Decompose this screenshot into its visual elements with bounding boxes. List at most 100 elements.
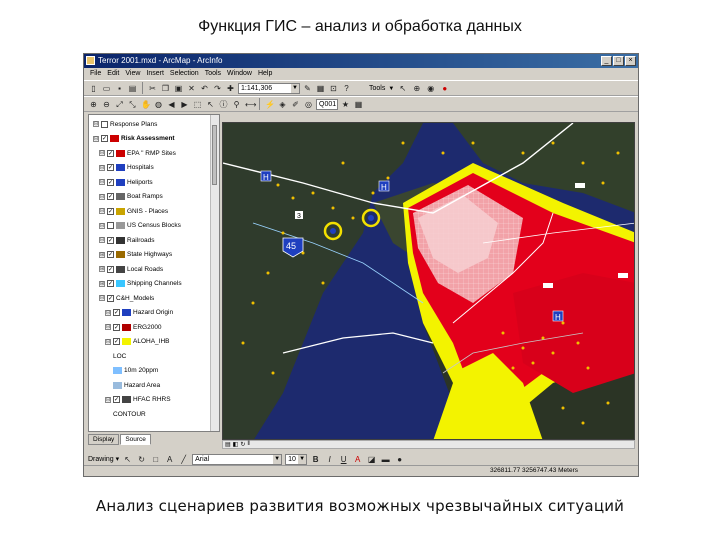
target-icon[interactable]: ◎ [303, 99, 314, 110]
toc-scrollbar-thumb[interactable] [212, 125, 217, 185]
layer-icon[interactable]: ◈ [277, 99, 288, 110]
rotate-icon[interactable]: ↻ [136, 454, 147, 465]
select-features-icon[interactable]: ⬚ [192, 99, 203, 110]
add-data-icon[interactable]: ✚ [225, 83, 236, 94]
pan-icon[interactable]: ✋ [140, 99, 151, 110]
forward-icon[interactable]: ▶ [179, 99, 190, 110]
layer-visibility-checkbox[interactable]: ✓ [107, 207, 114, 215]
line-color-icon[interactable]: ▬ [380, 454, 391, 465]
expand-toggle-icon[interactable]: ⊟ [105, 309, 111, 316]
print-icon[interactable]: ▤ [127, 83, 138, 94]
expand-toggle-icon[interactable]: ⊟ [99, 150, 105, 156]
expand-toggle-icon[interactable]: ⊟ [105, 338, 111, 345]
fixed-zoom-in-icon[interactable]: ⤢ [114, 99, 125, 110]
identify-icon[interactable]: ⓘ [218, 99, 229, 110]
expand-toggle-icon[interactable]: ⊟ [105, 396, 111, 403]
expand-toggle-icon[interactable]: ⊟ [93, 121, 99, 127]
expand-toggle-icon[interactable]: ⊟ [99, 295, 105, 301]
menu-file[interactable]: File [90, 68, 101, 80]
data-view-icon[interactable]: ◧ [233, 441, 239, 448]
catalog-icon[interactable]: ▦ [315, 83, 326, 94]
menu-tools[interactable]: Tools [205, 68, 221, 80]
layer-visibility-checkbox[interactable]: ✓ [107, 193, 114, 200]
attributes-icon[interactable]: ▦ [353, 99, 364, 110]
new-document-icon[interactable]: ▯ [88, 83, 99, 94]
toc-layer-item[interactable]: ⊟ ✓ C&H_Models [99, 293, 154, 303]
expand-toggle-icon[interactable]: ⊟ [99, 208, 105, 214]
undo-icon[interactable]: ↶ [199, 83, 210, 94]
font-size-combo[interactable]: 10 ▼ [285, 453, 308, 465]
marker-color-icon[interactable]: ● [394, 454, 405, 465]
save-icon[interactable]: ▪ [114, 83, 125, 94]
layer-visibility-checkbox[interactable]: ✓ [113, 309, 120, 316]
layer-visibility-checkbox[interactable]: ✓ [107, 280, 114, 287]
menu-edit[interactable]: Edit [107, 68, 119, 80]
expand-toggle-icon[interactable]: ⊟ [99, 193, 105, 200]
toc-layer-item[interactable]: ⊟ ✓ Hospitals [99, 163, 154, 173]
maximize-button[interactable]: □ [613, 56, 624, 66]
layer-visibility-checkbox[interactable] [107, 222, 114, 229]
arrow-tool-icon[interactable]: ↖ [397, 83, 408, 94]
find-icon[interactable]: ⚲ [231, 99, 242, 110]
close-button[interactable]: × [625, 56, 636, 66]
layer-visibility-checkbox[interactable]: ✓ [113, 396, 120, 403]
tab-source[interactable]: Source [120, 434, 151, 445]
paste-icon[interactable]: ▣ [173, 83, 184, 94]
help-icon[interactable]: ? [341, 83, 352, 94]
underline-button[interactable]: U [338, 454, 349, 465]
layer-visibility-checkbox[interactable]: ✓ [107, 149, 114, 157]
tab-display[interactable]: Display [88, 434, 120, 445]
expand-toggle-icon[interactable]: ⊞ [99, 251, 105, 258]
toc-layer-item[interactable]: CONTOUR [113, 409, 146, 419]
toc-layer-item[interactable]: ⊟ ✓ Risk Assessment [93, 134, 175, 144]
toc-layer-item[interactable]: ⊟ Response Plans [93, 119, 157, 129]
measure-icon[interactable]: ⟷ [244, 99, 256, 110]
expand-toggle-icon[interactable]: ⊟ [105, 324, 111, 330]
toc-layer-item[interactable]: ⊟ US Census Blocks [99, 221, 181, 231]
toc-layer-item[interactable]: 10m 20ppm [113, 366, 158, 376]
select-elements-icon[interactable]: ↖ [205, 99, 216, 110]
layer-visibility-checkbox[interactable]: ✓ [113, 323, 120, 331]
layout-view-icon[interactable]: ▤ [225, 441, 231, 448]
new-text-icon[interactable]: A [164, 454, 175, 465]
open-icon[interactable]: ▭ [101, 83, 112, 94]
toc-layer-item[interactable]: ⊟ ✓ Hazard Origin [105, 308, 173, 318]
red-marker-icon[interactable]: ● [439, 83, 450, 94]
toolbox-icon[interactable]: ⊡ [328, 83, 339, 94]
toc-layer-item[interactable]: ⊞ ✓ State Highways [99, 250, 172, 260]
layer-visibility-checkbox[interactable]: ✓ [113, 338, 120, 345]
menu-selection[interactable]: Selection [170, 68, 199, 80]
tools-dropdown[interactable]: Tools [369, 85, 385, 92]
expand-toggle-icon[interactable]: ⊞ [99, 266, 105, 272]
expand-toggle-icon[interactable]: ⊞ [99, 280, 105, 287]
toc-layer-item[interactable]: ⊟ ✓ ERG2000 [105, 322, 162, 332]
layer-visibility-checkbox[interactable]: ✓ [107, 265, 114, 273]
italic-button[interactable]: I [324, 454, 335, 465]
toc-layer-item[interactable]: ⊞ ✓ Local Roads [99, 264, 163, 274]
toc-layer-item[interactable]: ⊟ ✓ HFAC RHRS [105, 395, 171, 405]
delete-icon[interactable]: ✕ [186, 83, 197, 94]
menu-view[interactable]: View [125, 68, 140, 80]
toc-layer-item[interactable]: ⊟ ✓ ALOHA_IHB [105, 337, 170, 347]
layer-visibility-checkbox[interactable]: ✓ [107, 251, 114, 258]
map-canvas[interactable]: H H H 45 3 [223, 123, 635, 440]
font-color-icon[interactable]: A [352, 454, 363, 465]
map-horizontal-scrollbar[interactable]: ▤ ◧ ↻ ‖ [222, 440, 635, 449]
cut-icon[interactable]: ✂ [147, 83, 158, 94]
menu-window[interactable]: Window [227, 68, 252, 80]
expand-toggle-icon[interactable]: ⊟ [99, 164, 105, 171]
toc-layer-item[interactable]: ⊟ ✓ Boat Ramps [99, 192, 163, 202]
back-icon[interactable]: ◀ [166, 99, 177, 110]
select-arrow-icon[interactable]: ↖ [122, 454, 133, 465]
toc-layer-item[interactable]: ⊟ ✓ EPA '' RMP Sites [99, 148, 176, 158]
toc-layer-item[interactable]: LOC [113, 351, 126, 361]
toc-layer-item[interactable]: ⊞ ✓ Shipping Channels [99, 279, 182, 289]
line-icon[interactable]: ╱ [178, 454, 189, 465]
redo-icon[interactable]: ↷ [212, 83, 223, 94]
layer-visibility-checkbox[interactable]: ✓ [107, 294, 114, 302]
editor-combo[interactable]: Q001 [316, 98, 338, 110]
pause-icon[interactable]: ‖ [247, 441, 249, 448]
minimize-button[interactable]: _ [601, 56, 612, 66]
drawing-menu[interactable]: Drawing ▾ [88, 455, 119, 463]
zoom-out-icon[interactable]: ⊖ [101, 99, 112, 110]
